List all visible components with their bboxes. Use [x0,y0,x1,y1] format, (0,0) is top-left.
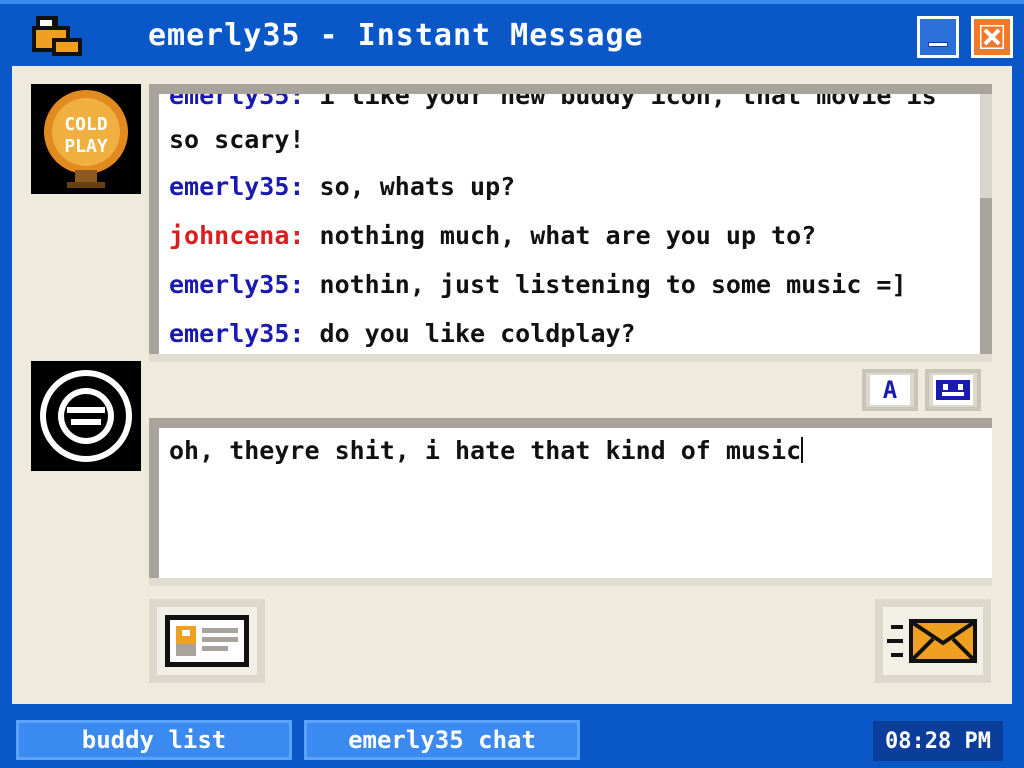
message: emerly35: do you like coldplay? [169,309,966,354]
buddy-avatar[interactable]: COLD PLAY [31,84,141,194]
emoticon-button[interactable] [925,369,981,411]
divider [149,354,992,362]
scrollbar-thumb[interactable] [980,198,992,354]
smiley-icon [933,375,973,405]
buddy-avatar-label-top: COLD [64,114,108,135]
message: johncena: nothing much, what are you up … [169,211,966,260]
taskbar: buddy list emerly35 chat 08:28 PM [0,712,1024,768]
message-input-value: oh, theyre shit, i hate that kind of mus… [169,436,802,465]
message-text: do you like coldplay? [304,319,636,348]
font-icon: A [870,375,910,405]
message-text: so, whats up? [304,172,516,201]
view-profile-button[interactable] [149,599,265,683]
message-sender: emerly35: [169,172,305,201]
chat-window-body: COLD PLAY emerly35: i like your new budd… [12,66,1012,704]
clock: 08:28 PM [870,718,1006,764]
message-sender: emerly35: [169,270,305,299]
minimize-icon [928,42,948,47]
divider [149,578,992,586]
message-input[interactable]: oh, theyre shit, i hate that kind of mus… [149,418,992,578]
close-icon [980,25,1004,49]
send-button[interactable] [875,599,991,683]
chat-log-scrollbar[interactable] [980,94,992,354]
self-avatar[interactable] [31,361,141,471]
buddy-avatar-label-bottom: PLAY [64,136,108,157]
message-input-text: oh, theyre shit, i hate that kind of mus… [169,436,804,465]
taskbar-tab-buddy-list[interactable]: buddy list [16,720,292,760]
message-sender: emerly35: [169,319,305,348]
message-sender: emerly35: [169,84,305,110]
window-title: emerly35 - Instant Message [148,18,644,53]
send-mail-icon [887,619,977,663]
text-caret [801,437,804,463]
minimize-button[interactable] [917,16,959,58]
profile-card-icon [165,615,249,667]
message: emerly35: so, whats up? [169,162,966,211]
message: emerly35: nothin, just listening to some… [169,260,966,309]
font-format-button[interactable]: A [862,369,918,411]
title-bar[interactable]: emerly35 - Instant Message [0,0,1024,66]
close-button[interactable] [971,16,1013,58]
message: emerly35: i like your new buddy icon, th… [169,84,966,162]
chat-log[interactable]: emerly35: i like your new buddy icon, th… [149,84,992,354]
message-text: nothing much, what are you up to? [304,221,817,250]
message-list: emerly35: i like your new buddy icon, th… [169,84,966,354]
taskbar-tab-chat[interactable]: emerly35 chat [304,720,580,760]
message-text: nothin, just listening to some music =] [304,270,907,299]
duck-icon [32,14,86,60]
message-sender: johncena: [169,221,305,250]
